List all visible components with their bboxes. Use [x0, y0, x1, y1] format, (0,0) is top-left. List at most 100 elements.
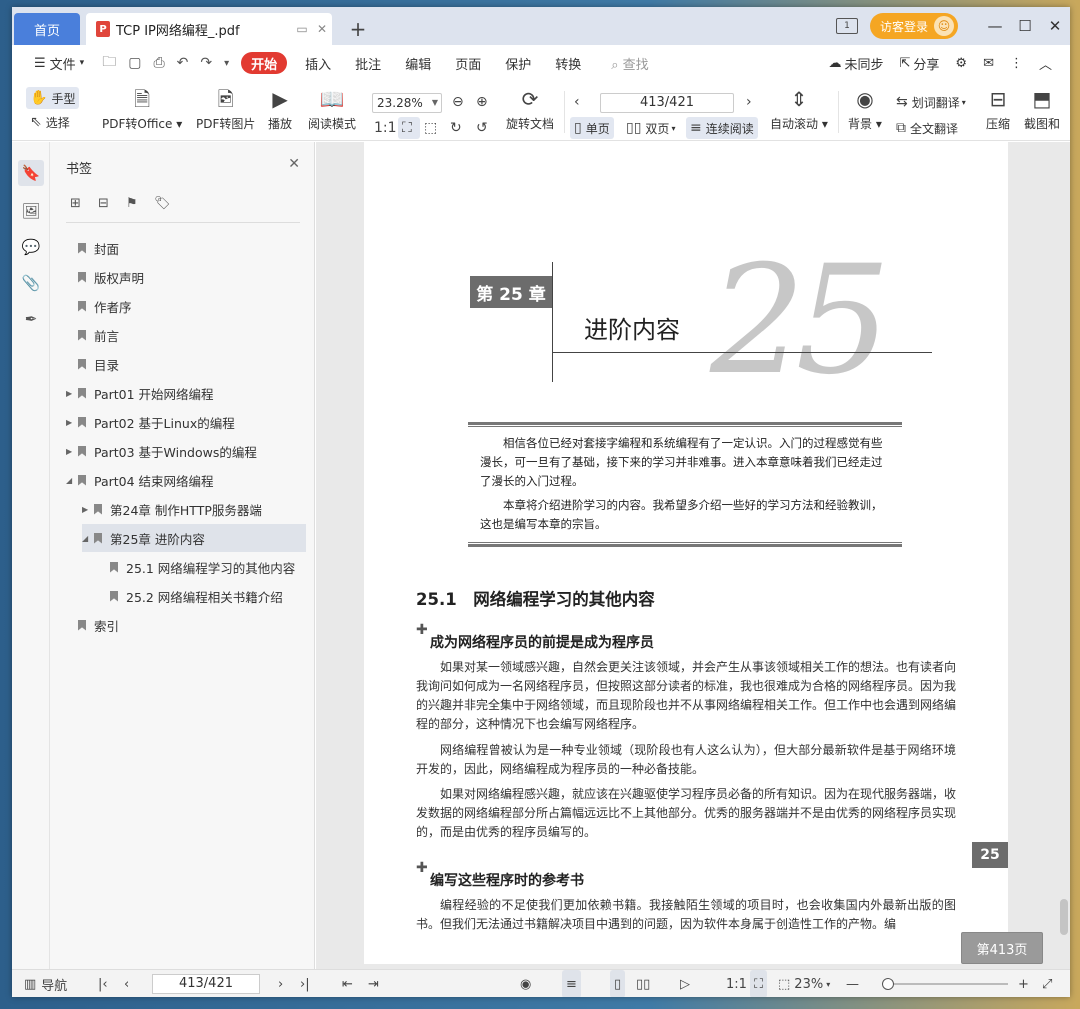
thumbnail-icon[interactable]: 🖼 [18, 198, 44, 224]
pdf-to-office-button[interactable]: 🗎 PDF转Office ▾ [102, 85, 182, 132]
bookmark-panel-icon[interactable]: 🔖 [18, 160, 44, 186]
single-page-button[interactable]: ▯ 单页 [570, 117, 614, 139]
zoom-select[interactable]: ⬚ 23% ▾ [778, 970, 830, 997]
maximize-icon[interactable]: ☐ [1010, 17, 1040, 35]
more-icon[interactable]: ⋮ [1002, 45, 1031, 81]
menu-protect[interactable]: 保护 [493, 45, 543, 81]
bookmark-item-selected[interactable]: ◢ 第25章 进阶内容 [82, 524, 306, 552]
next-page-icon[interactable]: › [746, 91, 756, 113]
open-folder-icon[interactable]: 🗀 [96, 51, 122, 75]
share-button[interactable]: ⇱ 分享 [892, 45, 948, 81]
collapse-arrow-icon[interactable]: ◢ [82, 534, 94, 543]
login-button[interactable]: 访客登录 ☺ [869, 13, 958, 39]
print-icon[interactable]: ⎙ [147, 55, 170, 71]
rotate-right-icon[interactable]: ↻ [450, 117, 466, 139]
collapse-all-icon[interactable]: ⊟ [98, 196, 126, 211]
status-page-input[interactable]: 413/421 [152, 974, 260, 994]
menu-page[interactable]: 页面 [443, 45, 493, 81]
expand-arrow-icon[interactable]: ▶ [66, 447, 78, 456]
zoom-select[interactable]: 23.28% ▼ [372, 93, 442, 113]
play-button[interactable]: ▶ 播放 [268, 85, 292, 132]
settings-icon[interactable]: ⚙ [947, 45, 975, 81]
file-menu[interactable]: ☰ 文件 ▾ [22, 45, 96, 81]
compress-button[interactable]: ⊟ 压缩 [986, 85, 1010, 132]
save-icon[interactable]: ▢ [122, 55, 147, 71]
attachment-icon[interactable]: 📎 [18, 270, 44, 296]
first-page-icon[interactable]: |‹ [98, 970, 108, 997]
bookmark-item[interactable]: ▶ Part01 开始网络编程 [66, 379, 214, 407]
read-mode-button[interactable]: 📖 阅读模式 [308, 85, 356, 132]
autoscroll-button[interactable]: ⇕ 自动滚动 ▾ [770, 85, 828, 132]
menu-start[interactable]: 开始 [241, 52, 288, 74]
sync-status[interactable]: ☁ 未同步 [820, 45, 891, 81]
more-chevron-icon[interactable]: ▾ [218, 58, 235, 69]
bookmark-item[interactable]: ▶ 第24章 制作HTTP服务器端 [82, 495, 262, 523]
collapse-ribbon-icon[interactable]: ︿ [1031, 45, 1060, 81]
zoom-slider[interactable] [882, 978, 1008, 990]
bookmark-item[interactable]: 版权声明 [78, 263, 144, 291]
float-window-icon[interactable]: ▭ [292, 22, 312, 36]
new-tab-button[interactable]: + [346, 17, 370, 41]
minimize-icon[interactable]: — [980, 17, 1010, 35]
pdf-to-image-button[interactable]: 🖻 PDF转图片 [196, 85, 255, 132]
search-box[interactable]: ⌕ 查找 [593, 54, 648, 73]
word-translate-button[interactable]: ⇆ 划词翻译 ▾ [896, 91, 966, 113]
actual-size-icon[interactable]: 1:1 [374, 117, 401, 139]
bookmark-item[interactable]: 25.2 网络编程相关书籍介绍 [110, 582, 283, 610]
prev-page-icon[interactable]: ‹ [124, 970, 129, 997]
feedback-icon[interactable]: ✉ [975, 45, 1002, 81]
bookmark-item[interactable]: 索引 [78, 611, 119, 639]
bookmark-item[interactable]: ▶ Part02 基于Linux的编程 [66, 408, 235, 436]
scrollbar-thumb[interactable] [1060, 899, 1068, 935]
fit-page-icon[interactable]: ⛶ [398, 117, 420, 139]
collapse-arrow-icon[interactable]: ◢ [66, 476, 78, 485]
prev-page-icon[interactable]: ‹ [574, 91, 584, 113]
menu-edit[interactable]: 编辑 [393, 45, 443, 81]
zoom-in-icon[interactable]: + [1018, 970, 1029, 997]
layout-icon[interactable]: 1 [835, 18, 858, 34]
expand-arrow-icon[interactable]: ▶ [66, 389, 78, 398]
menu-convert[interactable]: 转换 [543, 45, 593, 81]
screenshot-button[interactable]: ⬒ 截图和 [1024, 85, 1060, 132]
add-bookmark-icon[interactable]: ⚑ [126, 196, 154, 211]
zoom-out-icon[interactable]: ⊖ [452, 91, 468, 113]
bookmark-item[interactable]: 25.1 网络编程学习的其他内容 [110, 553, 295, 581]
menu-comment[interactable]: 批注 [343, 45, 393, 81]
expand-arrow-icon[interactable]: ▶ [66, 418, 78, 427]
continuous-read-button[interactable]: ≡ 连续阅读 [686, 117, 758, 139]
expand-arrow-icon[interactable]: ▶ [82, 505, 94, 514]
nav-toggle[interactable]: ▥ 导航 [24, 970, 67, 997]
forward-icon[interactable]: ⇥ [368, 970, 379, 997]
fit-width-icon[interactable]: ⬚ [424, 117, 441, 139]
tab-home[interactable]: 首页 [14, 13, 80, 45]
full-translate-button[interactable]: ⧉ 全文翻译 [896, 117, 958, 139]
rotate-left-icon[interactable]: ↺ [476, 117, 492, 139]
fullscreen-icon[interactable]: ⤢ [1042, 970, 1052, 997]
redo-icon[interactable]: ↷ [194, 55, 218, 71]
zoom-in-icon[interactable]: ⊕ [476, 91, 492, 113]
comment-icon[interactable]: 💬 [18, 234, 44, 260]
eye-protect-icon[interactable]: ◉ [520, 970, 531, 997]
close-icon[interactable]: ✕ [288, 156, 300, 172]
last-page-icon[interactable]: ›| [300, 970, 310, 997]
page-number-input[interactable]: 413/421 [600, 93, 734, 113]
next-page-icon[interactable]: › [278, 970, 283, 997]
zoom-slider-knob[interactable] [882, 978, 894, 990]
select-tool[interactable]: ⇖ 选择 [30, 111, 70, 133]
hand-tool[interactable]: ✋ 手型 [26, 87, 80, 109]
fit-page-icon[interactable]: ⛶ [750, 970, 768, 997]
menu-insert[interactable]: 插入 [293, 45, 343, 81]
rotate-document-button[interactable]: ⟳ 旋转文档 [506, 85, 554, 132]
bookmark-item[interactable]: 前言 [78, 321, 119, 349]
tab-document[interactable]: P TCP IP网络编程_.pdf ▭ ✕ [86, 13, 332, 45]
double-page-mode-icon[interactable]: ▯▯ [636, 970, 650, 997]
bookmark-item[interactable]: 封面 [78, 234, 119, 262]
bookmark-item[interactable]: ◢ Part04 结束网络编程 [66, 466, 214, 494]
actual-size-icon[interactable]: 1:1 [726, 970, 747, 997]
continuous-mode-icon[interactable]: ≡ [562, 970, 581, 997]
bookmark-icon[interactable]: 🏷 [154, 196, 182, 211]
background-button[interactable]: ◉ 背景 ▾ [848, 85, 882, 132]
document-view[interactable]: 25 第 25 章 进阶内容 相信各位已经对套接字编程和系统编程有了一定认识。入… [316, 142, 1070, 969]
close-tab-icon[interactable]: ✕ [312, 22, 332, 36]
single-page-mode-icon[interactable]: ▯ [610, 970, 626, 997]
